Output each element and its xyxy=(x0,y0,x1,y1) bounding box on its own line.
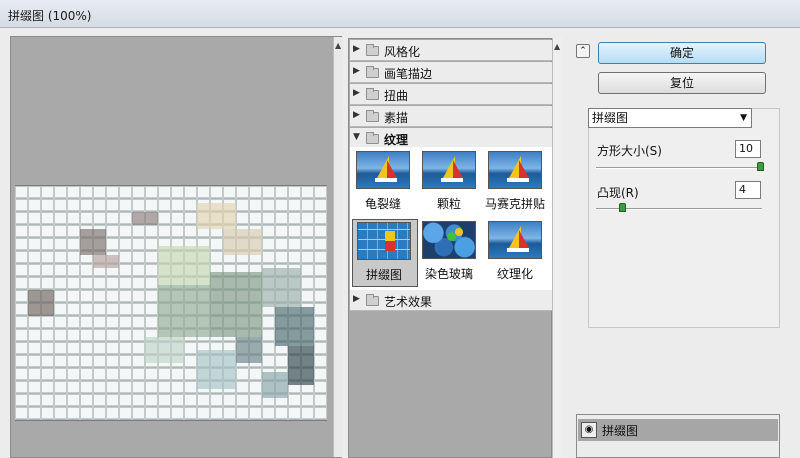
filter-thumb-craquelure[interactable]: 龟裂缝 xyxy=(352,149,418,217)
disclosure-triangle-icon[interactable]: ▶ xyxy=(353,88,360,98)
filter-label: 染色玻璃 xyxy=(424,267,473,281)
thumbnail-image xyxy=(488,151,542,189)
ok-button[interactable]: 确定 xyxy=(598,42,766,64)
effect-layers-panel: ◉ 拼缀图 xyxy=(576,414,780,458)
folder-open-icon xyxy=(366,132,379,144)
filter-thumb-stained-glass[interactable]: 染色玻璃 xyxy=(418,219,484,287)
filter-thumb-patchwork[interactable]: 拼缀图 xyxy=(352,219,418,287)
category-sketch[interactable]: ▶ 素描 xyxy=(350,106,552,127)
filter-thumb-texturizer[interactable]: 纹理化 xyxy=(484,219,550,287)
filter-label: 拼缀图 xyxy=(365,268,402,282)
scroll-up-icon[interactable]: ▲ xyxy=(554,42,560,51)
title-bar: 拼缀图 (100%) xyxy=(0,0,800,28)
reset-button[interactable]: 复位 xyxy=(598,72,766,94)
category-artistic[interactable]: ▶ 艺术效果 xyxy=(350,290,552,311)
relief-label: 凸现(R) xyxy=(597,186,639,200)
preview-image[interactable] xyxy=(15,185,327,421)
square-size-input[interactable]: 10 xyxy=(735,140,761,158)
eye-icon[interactable]: ◉ xyxy=(581,422,597,438)
square-size-label: 方形大小(S) xyxy=(597,144,662,158)
folder-icon xyxy=(366,88,379,100)
scroll-up-icon[interactable]: ▲ xyxy=(335,41,341,50)
texture-filter-grid: 龟裂缝 颗粒 马赛克拼贴 拼缀图 染色玻璃 纹理化 xyxy=(350,147,552,290)
filter-thumb-mosaic-tiles[interactable]: 马赛克拼贴 xyxy=(484,149,550,217)
controls-panel: ⌃ 确定 复位 拼缀图 ▼ 方形大小(S) 10 凸现(R) 4 ◉ 拼缀图 xyxy=(568,38,800,458)
category-label: 画笔描边 xyxy=(384,67,433,81)
category-stylize[interactable]: ▶ 风格化 xyxy=(350,40,552,61)
gallery-scrollbar[interactable]: ▲ xyxy=(552,38,562,458)
category-distort[interactable]: ▶ 扭曲 xyxy=(350,84,552,105)
category-label: 艺术效果 xyxy=(384,295,433,309)
disclosure-triangle-icon[interactable]: ▶ xyxy=(353,110,360,120)
thumbnail-image xyxy=(422,151,476,189)
square-size-slider[interactable] xyxy=(596,167,762,169)
folder-icon xyxy=(366,44,379,56)
folder-icon xyxy=(366,110,379,122)
square-size-slider-handle[interactable] xyxy=(757,162,764,171)
disclosure-triangle-icon[interactable]: ▶ xyxy=(353,294,360,304)
effect-layer-row[interactable]: ◉ 拼缀图 xyxy=(578,419,778,441)
thumbnail-image xyxy=(357,222,411,260)
filter-label: 马赛克拼贴 xyxy=(484,197,545,211)
relief-input[interactable]: 4 xyxy=(735,181,761,199)
category-label: 纹理 xyxy=(384,133,409,147)
folder-icon xyxy=(366,294,379,306)
double-chevron-up-icon[interactable]: ⌃ xyxy=(576,44,590,58)
category-label: 素描 xyxy=(384,111,409,125)
category-label: 扭曲 xyxy=(384,89,409,103)
window-title: 拼缀图 (100%) xyxy=(8,9,92,23)
category-texture[interactable]: ▼ 纹理 xyxy=(350,128,552,149)
filter-gallery: ▶ 风格化 ▶ 画笔描边 ▶ 扭曲 ▶ 素描 ▼ 纹理 龟裂缝 颗粒 马赛克拼贴 xyxy=(348,38,552,458)
filter-label: 颗粒 xyxy=(436,197,461,211)
filter-thumb-grain[interactable]: 颗粒 xyxy=(418,149,484,217)
preview-scrollbar[interactable]: ▲ xyxy=(333,37,343,457)
disclosure-triangle-icon[interactable]: ▶ xyxy=(353,44,360,54)
filter-label: 纹理化 xyxy=(496,267,533,281)
patchwork-preview-graphic xyxy=(15,186,327,420)
relief-slider-handle[interactable] xyxy=(619,203,626,212)
thumbnail-image xyxy=(488,221,542,259)
filter-select[interactable]: 拼缀图 ▼ xyxy=(588,108,752,128)
chevron-down-icon[interactable]: ▼ xyxy=(740,109,747,127)
folder-icon xyxy=(366,66,379,78)
filter-label: 龟裂缝 xyxy=(364,197,401,211)
preview-panel[interactable]: ▲ xyxy=(10,36,343,458)
thumbnail-image xyxy=(422,221,476,259)
disclosure-triangle-expanded-icon[interactable]: ▼ xyxy=(353,132,360,142)
category-label: 风格化 xyxy=(384,45,421,59)
category-brush-strokes[interactable]: ▶ 画笔描边 xyxy=(350,62,552,83)
disclosure-triangle-icon[interactable]: ▶ xyxy=(353,66,360,76)
effect-layer-name: 拼缀图 xyxy=(602,424,639,438)
filter-select-value: 拼缀图 xyxy=(592,111,629,125)
thumbnail-image xyxy=(356,151,410,189)
